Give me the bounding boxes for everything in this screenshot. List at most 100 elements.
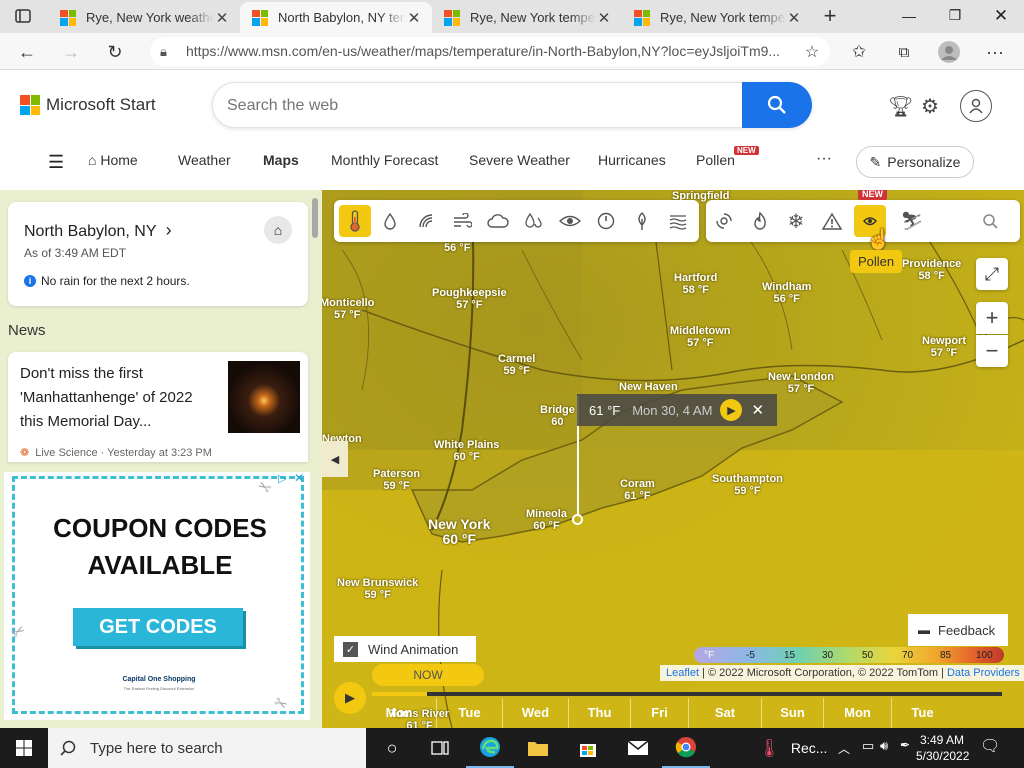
nav-severe-weather[interactable]: Severe Weather xyxy=(469,152,570,168)
nav-hurricanes[interactable]: Hurricanes xyxy=(598,152,666,168)
severe-alert-layer-icon[interactable] xyxy=(818,207,846,235)
map-search-icon[interactable] xyxy=(976,207,1004,235)
forward-arrow-icon[interactable]: → xyxy=(56,37,86,67)
address-bar[interactable]: 🔒︎ https://www.msn.com/en-us/weather/map… xyxy=(150,37,830,66)
feedback-button[interactable]: ▬ Feedback xyxy=(908,614,1008,646)
nav-home[interactable]: ⌂ Home xyxy=(88,152,138,168)
set-home-location-icon[interactable]: ⌂ xyxy=(264,216,292,244)
profile-avatar[interactable] xyxy=(934,37,964,67)
hurricane-layer-icon[interactable] xyxy=(710,207,738,235)
network-icon[interactable]: ▭ xyxy=(862,738,874,754)
mail-icon[interactable] xyxy=(614,728,662,768)
browser-tab-1[interactable]: Rye, New York weather ✕ xyxy=(48,2,240,33)
location-name-link[interactable]: North Babylon, NY › xyxy=(24,220,172,241)
timeline-day[interactable]: Mon xyxy=(362,698,436,728)
timeline-day[interactable]: Sat xyxy=(688,698,761,728)
timeline-day[interactable]: Fri xyxy=(630,698,688,728)
nav-more-button[interactable]: ··· xyxy=(816,150,832,168)
timeline-day[interactable]: Thu xyxy=(568,698,630,728)
windows-start-icon[interactable] xyxy=(0,728,48,768)
fullscreen-icon[interactable]: ⤢ xyxy=(976,258,1008,290)
close-tab-icon[interactable]: ✕ xyxy=(214,9,230,27)
microsoft-start-logo[interactable]: Microsoft Start xyxy=(20,95,156,115)
show-hidden-icons[interactable]: ︿ xyxy=(838,740,850,757)
cloud-layer-icon[interactable] xyxy=(484,207,512,235)
wildfire-layer-icon[interactable] xyxy=(746,207,774,235)
timeline-day[interactable]: Mon xyxy=(823,698,891,728)
volume-icon[interactable]: 🔊︎ xyxy=(880,738,888,754)
close-tab-icon[interactable]: ✕ xyxy=(406,9,422,27)
wind-layer-icon[interactable] xyxy=(448,207,476,235)
tab-actions-icon[interactable] xyxy=(8,1,38,31)
settings-gear-icon[interactable]: ⚙ xyxy=(921,94,939,119)
timeline-day[interactable]: Tue xyxy=(436,698,502,728)
data-providers-link[interactable]: Data Providers xyxy=(947,667,1020,679)
browser-tab-4[interactable]: Rye, New York tempera ✕ xyxy=(622,2,812,33)
get-codes-button[interactable]: GET CODES xyxy=(73,608,243,646)
timeline-track[interactable] xyxy=(372,692,1002,696)
task-view-icon[interactable] xyxy=(416,728,464,768)
timeline-day[interactable]: Tue xyxy=(891,698,953,728)
pen-ink-icon[interactable]: ✒ xyxy=(900,738,910,752)
pressure-layer-icon[interactable] xyxy=(592,207,620,235)
browser-tab-3[interactable]: Rye, New York tempera ✕ xyxy=(432,2,622,33)
add-favorite-icon[interactable]: ☆ xyxy=(797,37,827,67)
back-arrow-icon[interactable]: ← xyxy=(12,37,42,67)
taskbar-search-box[interactable]: Type here to search xyxy=(48,728,366,768)
new-tab-button[interactable]: + xyxy=(815,1,845,31)
search-button[interactable] xyxy=(742,82,812,128)
adchoices-icon[interactable]: ▷ xyxy=(278,472,286,485)
recording-app[interactable]: 🌡︎ Rec... xyxy=(758,728,827,768)
file-explorer-icon[interactable] xyxy=(514,728,562,768)
refresh-icon[interactable]: ↻ xyxy=(100,37,130,67)
browser-tab-2[interactable]: North Babylon, NY tem ✕ xyxy=(240,2,432,33)
close-tooltip-icon[interactable]: ✕ xyxy=(751,401,764,419)
close-window-icon[interactable]: ✕ xyxy=(978,0,1024,31)
close-tab-icon[interactable]: ✕ xyxy=(596,9,612,27)
play-forecast-icon[interactable]: ▶ xyxy=(720,399,743,421)
ad-close-icon[interactable]: ✕ xyxy=(294,471,304,485)
nav-pollen[interactable]: Pollen xyxy=(696,152,735,168)
personalize-button[interactable]: ✎ Personalize xyxy=(856,146,974,178)
snow-layer-icon[interactable]: ❄ xyxy=(782,207,810,235)
collapse-sidebar-icon[interactable]: ◀ xyxy=(322,441,348,477)
weather-map[interactable]: Springfield 56 °F Poughkeepsie 57 °F Hart… xyxy=(322,190,1024,728)
temperature-layer-icon[interactable] xyxy=(339,205,371,237)
settings-more-icon[interactable]: ··· xyxy=(980,37,1010,67)
zoom-out-button[interactable]: − xyxy=(976,335,1008,367)
hamburger-menu-icon[interactable]: ☰ xyxy=(48,152,64,173)
notifications-icon[interactable]: 🗨︎ xyxy=(980,736,1000,756)
rewards-trophy-icon[interactable]: 🏆︎ xyxy=(888,94,913,119)
edge-browser-icon[interactable] xyxy=(466,728,514,768)
tree-pollen-layer-icon[interactable] xyxy=(628,207,656,235)
nav-weather[interactable]: Weather xyxy=(178,152,231,168)
visibility-layer-icon[interactable] xyxy=(556,207,584,235)
microsoft-store-icon[interactable] xyxy=(564,728,612,768)
nav-monthly-forecast[interactable]: Monthly Forecast xyxy=(331,152,438,168)
humidity-layer-icon[interactable] xyxy=(520,207,548,235)
precipitation-layer-icon[interactable] xyxy=(376,207,404,235)
collections-icon[interactable]: ⧉ xyxy=(889,37,919,67)
news-card[interactable]: Don't miss the first 'Manhattanhenge' of… xyxy=(8,352,308,462)
sidebar-scrollbar[interactable] xyxy=(312,198,318,238)
nav-maps[interactable]: Maps xyxy=(263,152,299,168)
sign-in-icon[interactable] xyxy=(960,90,992,122)
location-pin-marker[interactable] xyxy=(572,514,583,525)
favorites-icon[interactable]: ✩ xyxy=(844,37,874,67)
close-tab-icon[interactable]: ✕ xyxy=(786,9,802,27)
cortana-icon[interactable]: ○ xyxy=(368,728,416,768)
zoom-in-button[interactable]: + xyxy=(976,302,1008,334)
system-clock[interactable]: 3:49 AM 5/30/2022 xyxy=(916,732,969,764)
sea-temperature-layer-icon[interactable] xyxy=(664,207,692,235)
chrome-icon[interactable] xyxy=(662,728,710,768)
wind-animation-toggle[interactable]: ✓ Wind Animation xyxy=(334,636,476,662)
ad-banner[interactable]: ▷ ✕ COUPON CODES AVAILABLE GET CODES Cap… xyxy=(4,471,310,720)
minimize-icon[interactable]: — xyxy=(886,0,932,31)
restore-icon[interactable]: ❐ xyxy=(932,0,978,31)
ski-layer-icon[interactable]: ⛷ xyxy=(898,207,926,235)
timeline-day[interactable]: Sun xyxy=(761,698,823,728)
radar-layer-icon[interactable] xyxy=(412,207,440,235)
leaflet-link[interactable]: Leaflet xyxy=(666,667,699,679)
search-input[interactable] xyxy=(227,91,727,121)
timeline-day[interactable]: Wed xyxy=(502,698,568,728)
